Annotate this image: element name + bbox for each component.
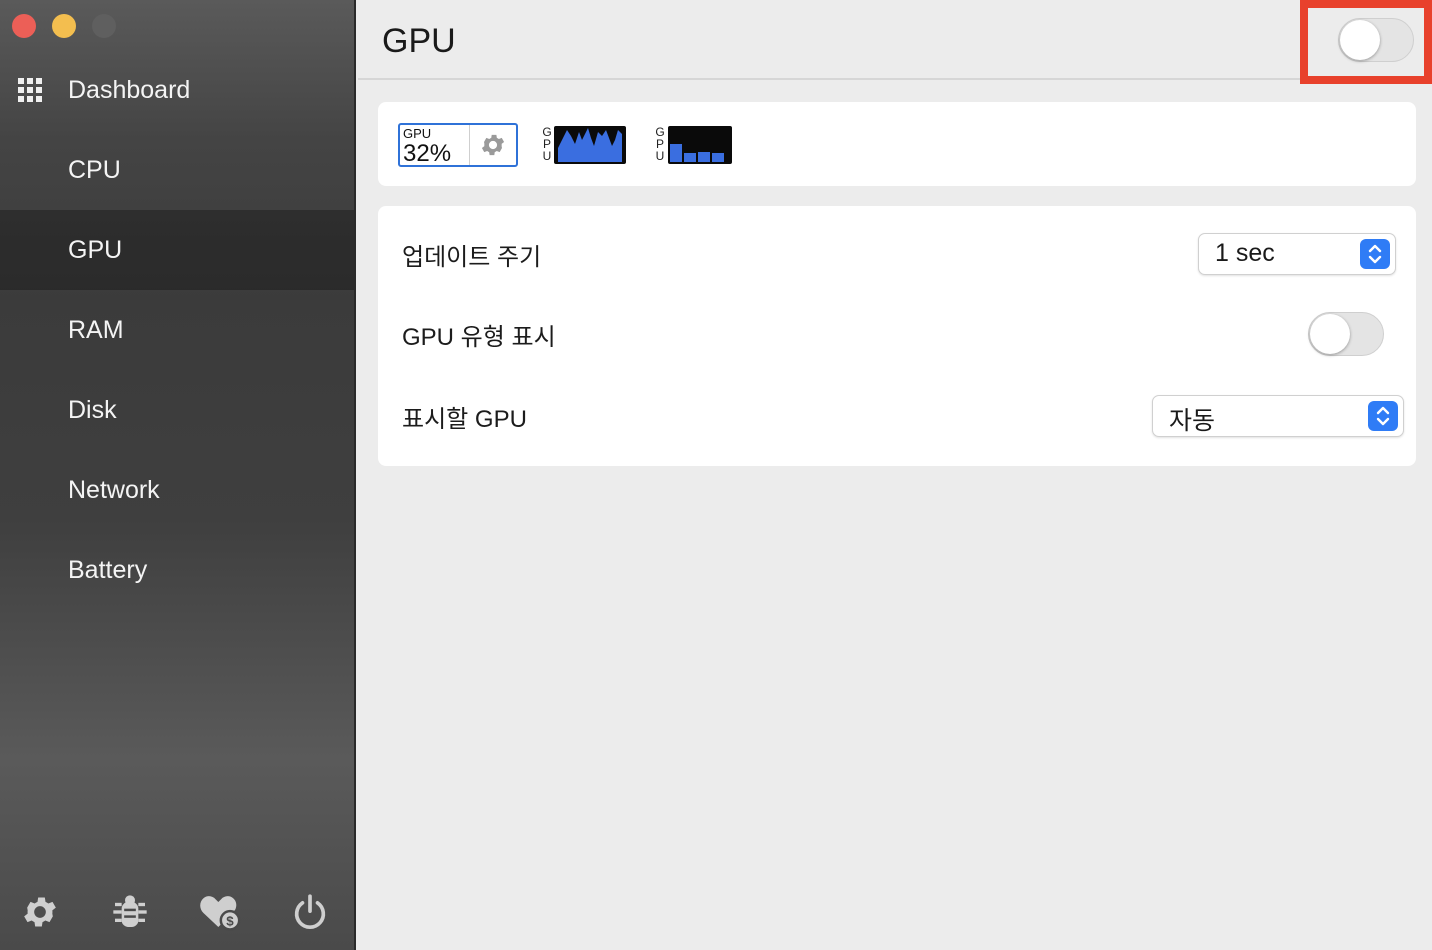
mini-widget-value: 32%	[403, 140, 452, 167]
line-chart-widget-label: G P U	[541, 126, 553, 162]
sidebar-item-battery[interactable]: Battery	[0, 530, 354, 610]
bug-icon[interactable]	[108, 890, 152, 934]
minimize-window-button[interactable]	[52, 14, 76, 38]
gpu-to-show-select[interactable]: 자동	[1152, 395, 1404, 437]
power-icon[interactable]	[288, 890, 332, 934]
select-value: 1 sec	[1215, 239, 1275, 267]
gear-icon[interactable]	[18, 890, 62, 934]
setting-label: GPU 유형 표시	[402, 323, 556, 351]
bar-chart-widget-label: G P U	[654, 126, 666, 162]
label-char: U	[542, 149, 552, 163]
setting-label: 표시할 GPU	[402, 405, 527, 433]
sidebar-item-gpu[interactable]: GPU	[0, 210, 354, 290]
line-chart-widget[interactable]	[554, 126, 626, 164]
sidebar-footer: $	[0, 890, 354, 934]
sidebar-item-label: Disk	[68, 395, 117, 424]
setting-row-gpu-to-show: 표시할 GPU 자동	[402, 386, 1404, 446]
show-gpu-type-toggle[interactable]	[1308, 312, 1384, 356]
sidebar-item-label: CPU	[68, 155, 121, 184]
sidebar-item-label: RAM	[68, 315, 124, 344]
mini-widget-value-area: GPU 32%	[400, 125, 470, 167]
toggle-knob	[1340, 20, 1380, 60]
sidebar-item-label: Network	[68, 475, 160, 504]
mini-widget-label: GPU	[403, 126, 432, 141]
widget-preview-card: GPU 32% G P U G P U	[378, 102, 1416, 186]
grid-icon	[18, 78, 42, 102]
toggle-knob	[1310, 314, 1350, 354]
sidebar-item-label: GPU	[68, 235, 123, 264]
setting-row-update-interval: 업데이트 주기 1 sec	[402, 224, 1396, 284]
heart-dollar-icon[interactable]: $	[198, 890, 242, 934]
main-panel: GPU GPU 32% G P U G P U 업데이트 주기 1 sec GP…	[358, 0, 1432, 950]
label-char: U	[655, 149, 665, 163]
sidebar-item-cpu[interactable]: CPU	[0, 130, 354, 210]
settings-card: 업데이트 주기 1 sec GPU 유형 표시 표시할 GPU 자동	[378, 206, 1416, 466]
sidebar-item-dashboard[interactable]: Dashboard	[0, 50, 354, 130]
sidebar-nav: Dashboard CPU GPU RAM Disk Network Batte…	[0, 50, 354, 610]
sidebar-item-label: Dashboard	[68, 75, 191, 104]
chevron-up-down-icon	[1368, 401, 1398, 431]
page-header: GPU	[358, 0, 1432, 84]
setting-label: 업데이트 주기	[402, 243, 542, 271]
sidebar-item-disk[interactable]: Disk	[0, 370, 354, 450]
select-value: 자동	[1169, 407, 1216, 435]
sidebar-item-ram[interactable]: RAM	[0, 290, 354, 370]
sidebar: Dashboard CPU GPU RAM Disk Network Batte…	[0, 0, 356, 950]
gear-icon[interactable]	[470, 125, 516, 165]
bar-chart-widget[interactable]	[668, 126, 732, 164]
module-enable-toggle[interactable]	[1338, 18, 1414, 62]
update-interval-select[interactable]: 1 sec	[1198, 233, 1396, 275]
sidebar-item-network[interactable]: Network	[0, 450, 354, 530]
chevron-up-down-icon	[1360, 239, 1390, 269]
page-title: GPU	[382, 22, 456, 60]
sidebar-item-label: Battery	[68, 555, 148, 584]
maximize-window-button[interactable]	[92, 14, 116, 38]
close-window-button[interactable]	[12, 14, 36, 38]
svg-text:$: $	[226, 913, 234, 928]
setting-row-show-gpu-type: GPU 유형 표시	[402, 304, 1396, 364]
mini-widget[interactable]: GPU 32%	[398, 123, 518, 167]
window-controls	[12, 14, 116, 38]
